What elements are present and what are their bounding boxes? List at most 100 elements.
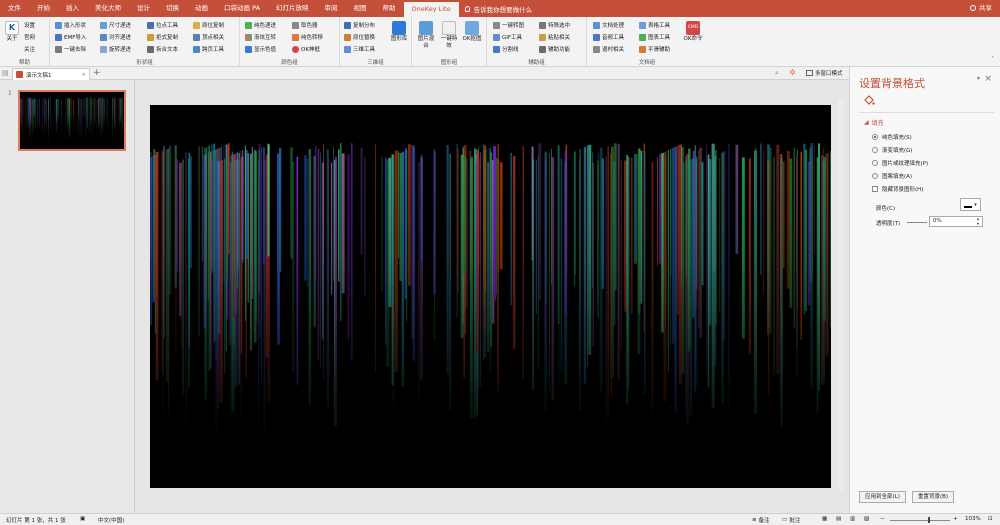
about-button[interactable]: K 关于 xyxy=(4,21,20,43)
close-tab-icon[interactable]: × xyxy=(81,72,86,78)
transparency-input[interactable]: 0% xyxy=(929,216,983,227)
hide-graphics-option[interactable]: 隐藏背景图形(H) xyxy=(872,185,923,193)
rotate-copy-button[interactable]: 原位替换 xyxy=(344,32,375,42)
insert-shape-button[interactable]: 插入形状 xyxy=(55,20,86,30)
menu-item[interactable]: 审阅 xyxy=(317,0,346,17)
website-button[interactable]: 官网 xyxy=(24,32,35,42)
gradient-fill-option[interactable]: 渐变填充(G) xyxy=(872,146,913,154)
reset-background-button[interactable]: 重置背景(B) xyxy=(912,491,955,503)
slide-canvas[interactable] xyxy=(150,105,831,488)
pane-options-icon[interactable]: ▾ xyxy=(977,75,980,82)
cross-page-tool-button[interactable]: 跨页工具 xyxy=(193,44,224,54)
show-palette-button[interactable]: 显示色值 xyxy=(245,44,276,54)
settings-icon[interactable]: ✲ xyxy=(789,68,796,77)
close-icon[interactable]: × xyxy=(984,74,992,84)
paint-bucket-icon[interactable] xyxy=(863,94,875,108)
gif-tool-button[interactable]: GIF工具 xyxy=(493,32,522,42)
apply-all-button[interactable]: 应用到全部(L) xyxy=(859,491,906,503)
doc-process-button[interactable]: 文档处理 xyxy=(593,20,624,30)
spellcheck-icon[interactable]: ▣ xyxy=(80,516,85,522)
radio-pattern[interactable] xyxy=(872,173,878,179)
solid-increment-button[interactable]: 纯色递进 xyxy=(245,20,276,30)
follow-button[interactable]: 关注 xyxy=(24,44,35,54)
share-button[interactable]: 共享 xyxy=(970,0,992,17)
chart-tool-button[interactable]: 图表工具 xyxy=(639,32,670,42)
doc-tab[interactable]: 演示文稿1 × xyxy=(12,68,90,80)
ok-cmd-button[interactable]: CMD OK命令 xyxy=(683,21,703,43)
audio-tool-button[interactable]: 音频工具 xyxy=(593,32,624,42)
ribbon-collapse-icon[interactable]: ˄ xyxy=(991,56,994,63)
slide-thumbnail[interactable] xyxy=(18,90,126,151)
menu-item[interactable]: 切换 xyxy=(158,0,187,17)
one-click-remove-button[interactable]: 一键去除 xyxy=(55,44,86,54)
smooth-assist-button[interactable]: 平滑辅助 xyxy=(639,44,670,54)
rotate-increment-button[interactable]: 旋转递进 xyxy=(100,44,131,54)
normal-view-icon[interactable]: ▦ xyxy=(822,516,827,522)
hide-graphics-checkbox[interactable] xyxy=(872,186,878,192)
add-tab-button[interactable]: + xyxy=(93,67,101,80)
fill-section-header[interactable]: ◢ 填充 xyxy=(864,118,884,127)
vertex-related-button[interactable]: 顶点相关 xyxy=(193,32,224,42)
solid-fill-option[interactable]: 纯色填充(S) xyxy=(872,133,912,141)
menu-item[interactable]: 帮助 xyxy=(375,0,404,17)
menu-item[interactable]: 文件 xyxy=(0,0,29,17)
picture-fill-option[interactable]: 图片或纹理填充(P) xyxy=(872,159,928,167)
settings-button[interactable]: 设置 xyxy=(24,20,35,30)
vertical-scrollbar[interactable] xyxy=(838,100,844,490)
align-increment-button[interactable]: 对齐递进 xyxy=(100,32,131,42)
solid-transform-button[interactable]: 纯色转移 xyxy=(292,32,323,42)
reading-view-icon[interactable]: ▥ xyxy=(850,516,855,522)
language-indicator[interactable]: 中文(中国) xyxy=(98,516,124,524)
menu-item[interactable]: 口袋动画 PA xyxy=(216,0,268,17)
menu-item[interactable]: 美化大师 xyxy=(87,0,129,17)
split-line-button[interactable]: 分割线 xyxy=(493,44,519,54)
tell-me-search[interactable]: 告诉我你想要做什么 xyxy=(464,4,532,14)
shape-lib-button[interactable]: 图形库 xyxy=(390,21,408,43)
radio-gradient[interactable] xyxy=(872,147,878,153)
table-tool-button[interactable]: 表格工具 xyxy=(639,20,670,30)
multi-window-button[interactable]: 多窗口模式 xyxy=(806,69,843,77)
pattern-fill-option[interactable]: 图案填充(A) xyxy=(872,172,912,180)
menu-item-onekey-lite[interactable]: OneKey Lite xyxy=(403,2,459,17)
image-mix-button[interactable]: 图片混合 xyxy=(416,21,436,50)
zoom-slider[interactable] xyxy=(890,520,950,521)
one-click-convert-button[interactable]: 一键转图 xyxy=(493,20,524,30)
threed-tool-button[interactable]: 三维工具 xyxy=(344,44,375,54)
ok-magic-button[interactable]: OK神框 xyxy=(292,44,320,54)
paste-related-button[interactable]: 粘贴相关 xyxy=(539,32,570,42)
sorter-view-icon[interactable]: ▤ xyxy=(836,516,841,522)
menu-item[interactable]: 动画 xyxy=(187,0,216,17)
menu-item[interactable]: 设计 xyxy=(129,0,158,17)
emf-import-button[interactable]: EMF导入 xyxy=(55,32,86,42)
comments-button[interactable]: ▭ 批注 xyxy=(782,516,800,524)
zoom-slider-thumb[interactable] xyxy=(928,517,930,523)
menu-item[interactable]: 开始 xyxy=(29,0,58,17)
color-picker-dropdown[interactable]: ▾ xyxy=(960,198,981,211)
transparency-slider[interactable] xyxy=(907,222,927,223)
assist-func-button[interactable]: 辅助功能 xyxy=(539,44,570,54)
select-special-button[interactable]: 特殊选中 xyxy=(539,20,570,30)
fit-slide-icon[interactable]: ⊡ xyxy=(988,516,993,522)
notes-button[interactable]: ≡ 备注 xyxy=(752,516,770,524)
copy-format-button[interactable]: 拒式复制 xyxy=(147,32,178,42)
menu-item[interactable]: 幻灯片放映 xyxy=(268,0,317,17)
split-text-button[interactable]: 拆合文本 xyxy=(147,44,178,54)
rebuild-related-button[interactable]: 退村相关 xyxy=(593,44,624,54)
tab-nav-icon[interactable]: ▤ xyxy=(2,69,9,77)
zoom-out-button[interactable]: − xyxy=(880,516,885,522)
radio-picture[interactable] xyxy=(872,160,878,166)
size-increment-button[interactable]: 尺寸递进 xyxy=(100,20,131,30)
slideshow-icon[interactable]: ▧ xyxy=(864,516,869,522)
transparency-stepper[interactable]: ▴ ▾ xyxy=(977,216,979,226)
in-place-copy-button[interactable]: 原位复制 xyxy=(193,20,224,30)
color-picker-button[interactable]: 取色器 xyxy=(292,20,318,30)
zoom-in-button[interactable]: + xyxy=(953,516,958,522)
search-icon[interactable]: ⌕ xyxy=(775,69,779,78)
one-click-effect-button[interactable]: 一键特效 xyxy=(439,21,459,50)
gradient-swap-button[interactable]: 渐炫互转 xyxy=(245,32,276,42)
zoom-level[interactable]: 103% xyxy=(965,516,981,522)
radio-solid[interactable] xyxy=(872,134,878,140)
menu-item[interactable]: 插入 xyxy=(58,0,87,17)
anchor-tool-button[interactable]: 拉点工具 xyxy=(147,20,178,30)
copy-distribute-button[interactable]: 复制分布 xyxy=(344,20,375,30)
